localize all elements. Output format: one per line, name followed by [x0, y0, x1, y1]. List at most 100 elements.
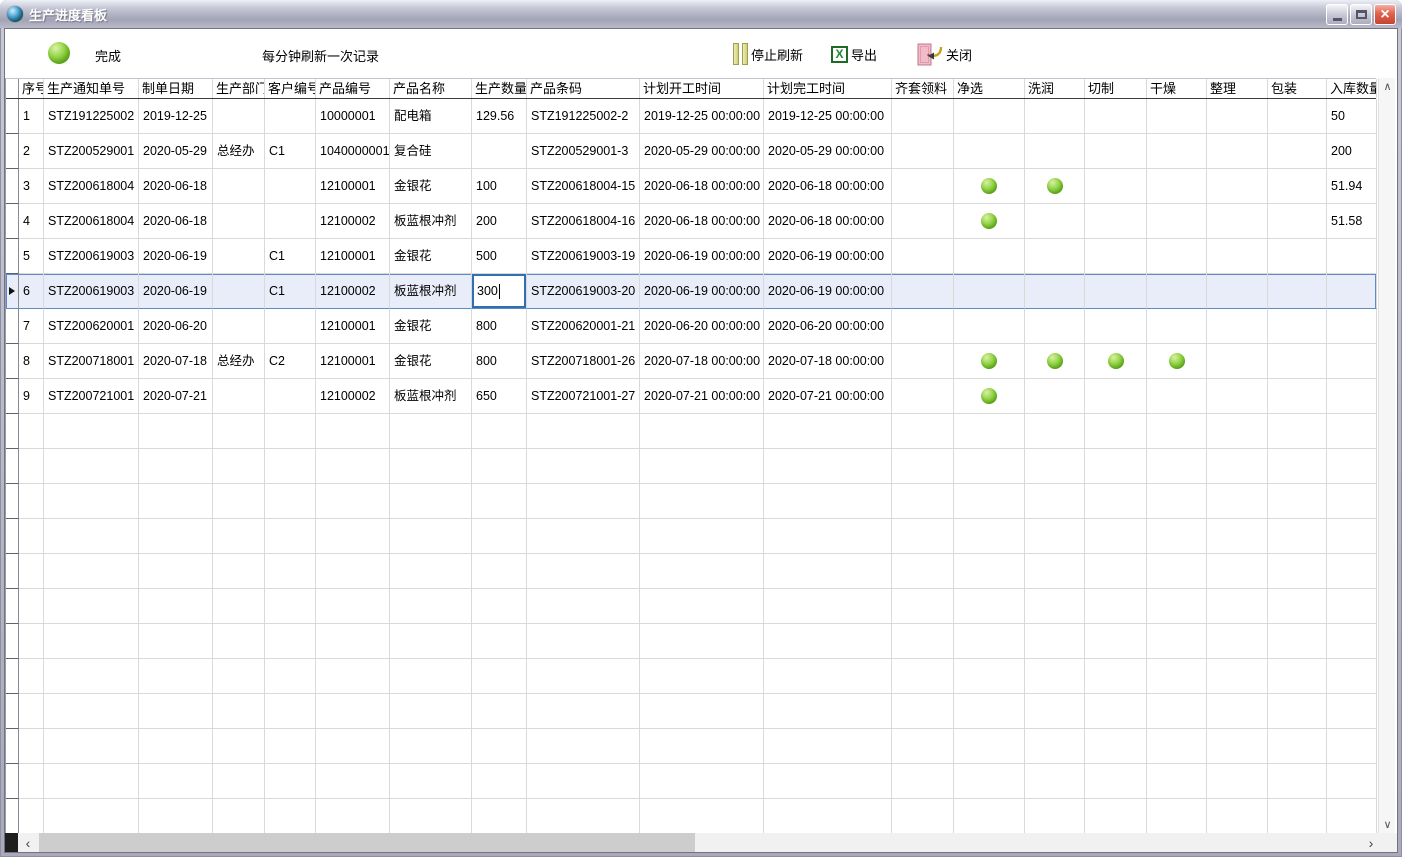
cell-cleaning[interactable]	[954, 134, 1025, 169]
cell-inbound-qty[interactable]	[1327, 309, 1377, 344]
cell-notice-no[interactable]: STZ200721001	[44, 379, 139, 414]
vertical-scrollbar[interactable]: ∧ ∨	[1378, 78, 1395, 833]
cell-drying[interactable]	[1147, 379, 1207, 414]
cell-product-no[interactable]: 12100001	[316, 169, 390, 204]
cell-washing[interactable]	[1025, 169, 1085, 204]
cell-packing[interactable]	[1268, 274, 1327, 309]
cell-inbound-qty[interactable]	[1327, 239, 1377, 274]
cell-washing[interactable]	[1025, 344, 1085, 379]
cell-barcode[interactable]: STZ200618004-16	[527, 204, 640, 239]
cell-plan-start-time[interactable]: 2020-06-20 00:00:00	[640, 309, 764, 344]
cell-barcode[interactable]: STZ200618004-15	[527, 169, 640, 204]
cell-plan-start-time[interactable]: 2020-05-29 00:00:00	[640, 134, 764, 169]
cell-qty[interactable]: 200	[472, 204, 527, 239]
cell-customer-no[interactable]: C2	[265, 344, 316, 379]
cell-customer-no[interactable]	[265, 379, 316, 414]
horizontal-scrollbar[interactable]: ‹ ›	[5, 833, 1397, 852]
cell-drying[interactable]	[1147, 169, 1207, 204]
cell-notice-no[interactable]: STZ200619003	[44, 274, 139, 309]
cell-customer-no[interactable]: C1	[265, 274, 316, 309]
cell-product-no[interactable]: 12100001	[316, 344, 390, 379]
cell-cutting[interactable]	[1085, 99, 1147, 134]
cell-qty[interactable]: 100	[472, 169, 527, 204]
cell-drying[interactable]	[1147, 99, 1207, 134]
col-cleaning[interactable]: 净选	[954, 79, 1025, 98]
cell-product-no[interactable]: 12100002	[316, 274, 390, 309]
cell-drying[interactable]	[1147, 239, 1207, 274]
cell-drying[interactable]	[1147, 274, 1207, 309]
col-packing[interactable]: 包装	[1268, 79, 1327, 98]
cell-qty[interactable]: 800	[472, 344, 527, 379]
cell-packing[interactable]	[1268, 134, 1327, 169]
cell-qty[interactable]	[472, 134, 527, 169]
cell-inbound-qty[interactable]: 50	[1327, 99, 1377, 134]
cell-plan-finish-time[interactable]: 2020-06-19 00:00:00	[764, 239, 892, 274]
cell-barcode[interactable]: STZ200619003-19	[527, 239, 640, 274]
cell-product-name[interactable]: 复合硅	[390, 134, 472, 169]
cell-plan-finish-time[interactable]: 2020-06-18 00:00:00	[764, 169, 892, 204]
cell-cleaning[interactable]	[954, 274, 1025, 309]
col-notice-no[interactable]: 生产通知单号	[44, 79, 139, 98]
cell-order-date[interactable]: 2020-06-19	[139, 274, 213, 309]
col-plan-start-time[interactable]: 计划开工时间	[640, 79, 764, 98]
horizontal-scrollbar-thumb[interactable]	[39, 833, 695, 852]
cell-customer-no[interactable]: C1	[265, 134, 316, 169]
cell-notice-no[interactable]: STZ200620001	[44, 309, 139, 344]
cell-inbound-qty[interactable]: 200	[1327, 134, 1377, 169]
cell-washing[interactable]	[1025, 239, 1085, 274]
col-product-name[interactable]: 产品名称	[390, 79, 472, 98]
cell-department[interactable]: 总经办	[213, 134, 265, 169]
cell-order-date[interactable]: 2019-12-25	[139, 99, 213, 134]
cell-drying[interactable]	[1147, 134, 1207, 169]
cell-packing[interactable]	[1268, 169, 1327, 204]
maximize-button[interactable]	[1350, 4, 1372, 25]
cell-cleaning[interactable]	[954, 169, 1025, 204]
cell-product-name[interactable]: 板蓝根冲剂	[390, 274, 472, 309]
cell-material-pick[interactable]	[892, 309, 954, 344]
cell-product-no[interactable]: 10000001	[316, 99, 390, 134]
stop-refresh-button[interactable]: 停止刷新	[733, 41, 803, 67]
cell-arranging[interactable]	[1207, 239, 1268, 274]
cell-department[interactable]	[213, 169, 265, 204]
cell-cleaning[interactable]	[954, 344, 1025, 379]
cell-drying[interactable]	[1147, 309, 1207, 344]
cell-inbound-qty[interactable]	[1327, 344, 1377, 379]
col-cutting[interactable]: 切制	[1085, 79, 1147, 98]
cell-packing[interactable]	[1268, 309, 1327, 344]
col-inbound-qty[interactable]: 入库数量	[1327, 79, 1377, 98]
cell-plan-finish-time[interactable]: 2020-05-29 00:00:00	[764, 134, 892, 169]
cell-packing[interactable]	[1268, 99, 1327, 134]
cell-customer-no[interactable]	[265, 169, 316, 204]
cell-drying[interactable]	[1147, 204, 1207, 239]
cell-plan-start-time[interactable]: 2019-12-25 00:00:00	[640, 99, 764, 134]
cell-arranging[interactable]	[1207, 204, 1268, 239]
cell-cleaning[interactable]	[954, 309, 1025, 344]
col-order-date[interactable]: 制单日期	[139, 79, 213, 98]
cell-seq[interactable]: 4	[19, 204, 44, 239]
col-barcode[interactable]: 产品条码	[527, 79, 640, 98]
export-button[interactable]: X 导出	[831, 41, 877, 67]
cell-material-pick[interactable]	[892, 204, 954, 239]
cell-barcode[interactable]: STZ200620001-21	[527, 309, 640, 344]
cell-product-name[interactable]: 金银花	[390, 344, 472, 379]
cell-cutting[interactable]	[1085, 379, 1147, 414]
cell-notice-no[interactable]: STZ200529001	[44, 134, 139, 169]
cell-department[interactable]	[213, 99, 265, 134]
cell-arranging[interactable]	[1207, 134, 1268, 169]
row-indicator[interactable]	[6, 274, 19, 309]
cell-customer-no[interactable]	[265, 204, 316, 239]
cell-cutting[interactable]	[1085, 274, 1147, 309]
cell-order-date[interactable]: 2020-07-21	[139, 379, 213, 414]
cell-material-pick[interactable]	[892, 274, 954, 309]
cell-barcode[interactable]: STZ200721001-27	[527, 379, 640, 414]
cell-qty[interactable]: 650	[472, 379, 527, 414]
cell-cutting[interactable]	[1085, 134, 1147, 169]
cell-washing[interactable]	[1025, 309, 1085, 344]
cell-cutting[interactable]	[1085, 309, 1147, 344]
cell-product-name[interactable]: 金银花	[390, 309, 472, 344]
cell-plan-finish-time[interactable]: 2020-07-21 00:00:00	[764, 379, 892, 414]
col-product-no[interactable]: 产品编号	[316, 79, 390, 98]
cell-arranging[interactable]	[1207, 274, 1268, 309]
cell-arranging[interactable]	[1207, 99, 1268, 134]
cell-barcode[interactable]: STZ200619003-20	[527, 274, 640, 309]
